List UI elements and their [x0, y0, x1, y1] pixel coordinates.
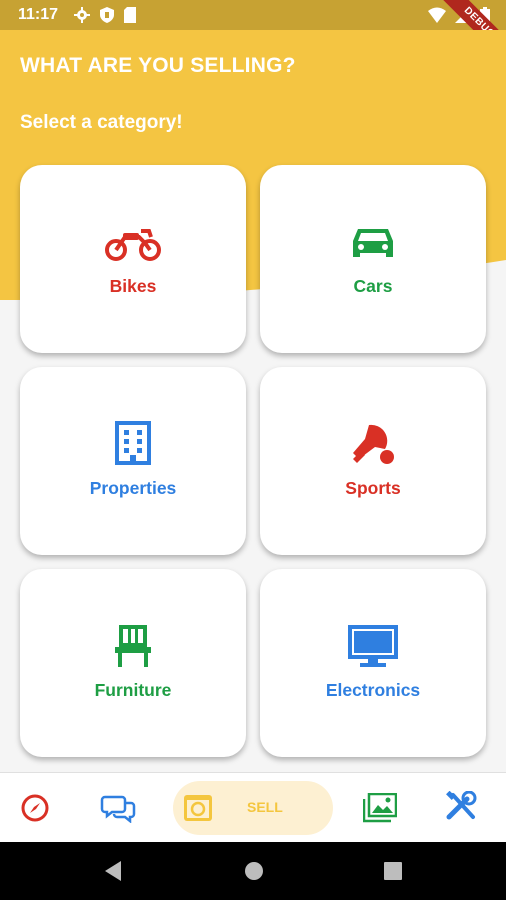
- building-icon: [115, 421, 151, 465]
- status-time: 11:17: [18, 6, 59, 23]
- ping-pong-icon: [353, 424, 394, 464]
- category-label: Sports: [345, 478, 401, 498]
- wifi-icon: [428, 7, 446, 23]
- recents-icon[interactable]: [384, 862, 402, 880]
- category-card-electronics[interactable]: Electronics: [260, 569, 486, 757]
- category-label: Bikes: [109, 276, 157, 296]
- chat-icon[interactable]: [100, 793, 136, 823]
- sell-label: SELL: [247, 799, 283, 815]
- category-card-cars[interactable]: Cars: [260, 165, 486, 353]
- gear-icon: [74, 7, 90, 23]
- shield-icon: [100, 7, 114, 23]
- bottom-nav: SELL: [0, 772, 506, 843]
- category-card-bikes[interactable]: Bikes: [20, 165, 246, 353]
- chair-icon: [115, 625, 151, 667]
- compass-icon[interactable]: [20, 793, 50, 823]
- category-label: Furniture: [94, 680, 172, 700]
- motorcycle-icon: [105, 229, 161, 261]
- sell-button[interactable]: SELL: [173, 781, 333, 835]
- system-nav-bar: [0, 842, 506, 900]
- sd-card-icon: [124, 7, 136, 23]
- tools-icon[interactable]: [445, 791, 477, 823]
- category-card-furniture[interactable]: Furniture: [20, 569, 246, 757]
- monitor-icon: [348, 625, 398, 667]
- home-icon[interactable]: [244, 861, 264, 881]
- camera-icon: [184, 795, 212, 821]
- category-label: Cars: [353, 276, 393, 296]
- back-icon[interactable]: [103, 860, 123, 882]
- page-subtitle: Select a category!: [20, 112, 183, 133]
- car-icon: [353, 229, 393, 257]
- category-card-sports[interactable]: Sports: [260, 367, 486, 555]
- gallery-icon[interactable]: [363, 793, 397, 823]
- category-label: Properties: [89, 478, 177, 498]
- page-title: WHAT ARE YOU SELLING?: [20, 54, 296, 77]
- category-label: Electronics: [325, 680, 421, 700]
- category-card-properties[interactable]: Properties: [20, 367, 246, 555]
- status-bar: 11:17: [0, 0, 506, 30]
